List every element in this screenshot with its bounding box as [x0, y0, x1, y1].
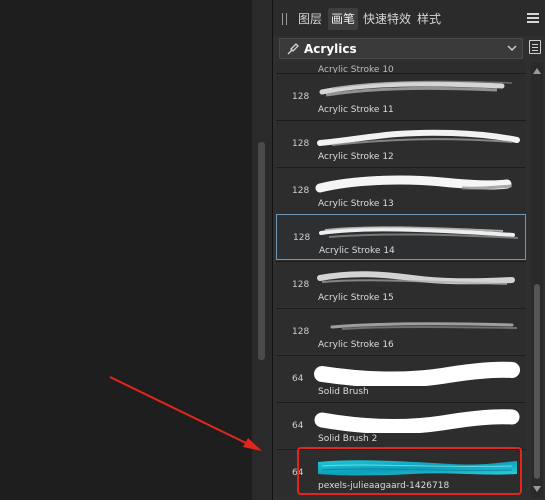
annotation-highlight-box: [297, 447, 522, 495]
tab-quick-fx[interactable]: 快速特效: [363, 8, 411, 30]
brush-name: Acrylic Stroke 11: [318, 105, 394, 115]
brush-row[interactable]: 128 Acrylic Stroke 11: [276, 73, 526, 119]
brush-name: Solid Brush: [318, 387, 369, 397]
list-view-icon[interactable]: [529, 40, 541, 54]
brush-preview: [330, 322, 518, 330]
brush-row[interactable]: 64 Solid Brush: [276, 355, 526, 401]
brush-name: Acrylic Stroke 13: [318, 199, 394, 209]
tab-brushes[interactable]: 画笔: [328, 8, 359, 30]
brush-name: Acrylic Stroke 14: [319, 246, 395, 256]
brush-preview: [319, 226, 519, 239]
panel-grip-icon[interactable]: [282, 13, 288, 25]
brush-row[interactable]: 128 Acrylic Stroke 12: [276, 120, 526, 166]
brush-row[interactable]: 128 Acrylic Stroke 15: [276, 261, 526, 307]
brush-name: Acrylic Stroke 16: [318, 340, 394, 350]
brush-name: Acrylic Stroke 15: [318, 293, 394, 303]
brushes-panel: 图层 画笔 快速特效 样式 Acrylics Acrylic Stroke 10…: [272, 0, 545, 500]
brush-preview: [319, 80, 513, 97]
panel-menu-icon[interactable]: [527, 13, 539, 23]
brush-name: Solid Brush 2: [318, 434, 378, 444]
tab-layers[interactable]: 图层: [298, 8, 322, 30]
brush-preview: [317, 129, 520, 146]
brush-row[interactable]: 64 Solid Brush 2: [276, 402, 526, 448]
brush-row[interactable]: 128 Acrylic Stroke 13: [276, 167, 526, 213]
brush-preview: [314, 409, 520, 433]
brush-name: Acrylic Stroke 12: [318, 152, 394, 162]
tab-styles[interactable]: 样式: [417, 8, 441, 30]
brush-category-label: Acrylics: [304, 42, 357, 56]
chevron-down-icon: [507, 45, 517, 52]
scroll-up-icon[interactable]: [533, 68, 541, 74]
brush-icon: [287, 43, 299, 55]
brush-row[interactable]: 128 Acrylic Stroke 16: [276, 308, 526, 354]
scroll-down-icon[interactable]: [533, 486, 541, 492]
brush-list-scrollbar[interactable]: [531, 62, 543, 498]
document-canvas[interactable]: [0, 0, 252, 500]
brush-preview: [317, 271, 515, 285]
brush-category-select[interactable]: Acrylics: [279, 38, 523, 59]
brush-row-selected[interactable]: 128 Acrylic Stroke 14: [276, 214, 526, 260]
brush-list-scrollbar-thumb[interactable]: [534, 284, 540, 479]
brush-list: Acrylic Stroke 10 128 Acrylic Stroke 11 …: [276, 62, 526, 498]
brush-preview: [314, 361, 520, 386]
brush-preview: [315, 175, 513, 193]
canvas-scrollbar-thumb[interactable]: [258, 142, 265, 360]
panel-tab-bar: 图层 画笔 快速特效 样式: [273, 0, 545, 36]
